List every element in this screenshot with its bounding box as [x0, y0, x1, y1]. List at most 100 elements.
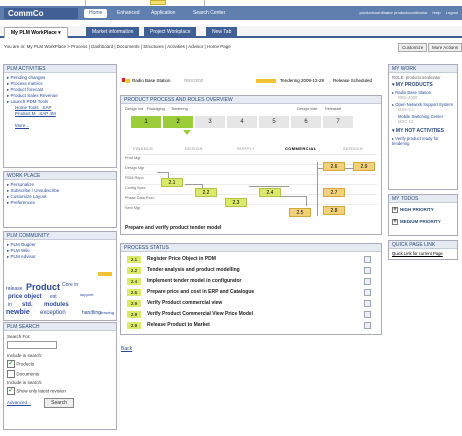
phase-chevron-2[interactable]: 2 [163, 116, 193, 128]
step-text: Tender analysis and product modelling [147, 267, 240, 273]
tag[interactable]: newbie [6, 309, 30, 316]
step-number: 2.9 [127, 322, 141, 329]
step-2-3[interactable]: 2.3 [225, 198, 247, 207]
lane-label: Serv Mgr [125, 206, 141, 210]
tendering-label: Tendering [280, 78, 300, 83]
company-logo[interactable]: CommCo [4, 8, 78, 19]
step-action-icon[interactable] [364, 289, 371, 296]
quick-page-link-panel: QUICK PAGE LINK Quick Link for current P… [388, 240, 458, 260]
latest-revision-checkbox[interactable]: ✓ [7, 387, 15, 395]
tag[interactable]: Product [26, 282, 60, 292]
step-2-8[interactable]: 2.8 [323, 206, 345, 215]
nav-enhanced[interactable]: Enhanced [112, 9, 145, 18]
search-input[interactable] [7, 341, 57, 349]
lane-label: Config Spec [125, 186, 146, 190]
tag[interactable]: exception [40, 310, 66, 316]
table-row[interactable]: 2.2 Tender analysis and product modellin… [127, 266, 377, 275]
step-text: Verify Product Commercial View Price Mod… [147, 311, 254, 317]
tag[interactable]: Core in [62, 282, 78, 288]
breadcrumb[interactable]: You are in: My PLM WorkPlace > Process |… [4, 44, 231, 49]
step-2-7[interactable]: 2.7 [323, 188, 345, 197]
step-action-icon[interactable] [364, 256, 371, 263]
tab-market-information[interactable]: Market information [86, 27, 140, 38]
tag[interactable]: est [50, 294, 57, 300]
product-code: MSC-12 [398, 119, 414, 124]
more-actions-button[interactable]: More Actions [428, 43, 462, 52]
panel-title: PRODUCT PROCESS AND ROLES OVERVIEW [121, 96, 381, 104]
tab-project-workplace[interactable]: Project Workplace [144, 27, 197, 38]
radio-label[interactable]: Radio Base Station [132, 78, 171, 83]
table-row[interactable]: 2.9 Verify Product Commercial View Price… [127, 310, 377, 319]
tab-new-tab[interactable]: New Tab [206, 27, 238, 38]
step-action-icon[interactable] [364, 267, 371, 274]
design-label: Design Vote [297, 107, 318, 111]
nav-application[interactable]: Application [146, 9, 180, 18]
high-priority-toggle[interactable]: + HIGH PRIORITY [392, 207, 454, 213]
table-row[interactable]: 2.4 Implement tender model in configurat… [127, 277, 377, 286]
step-2-4[interactable]: 2.4 [259, 188, 281, 197]
medium-priority-toggle[interactable]: + MEDIUM PRIORITY [392, 219, 454, 225]
my-work-panel: MY WORK ROLE: productcoordinator ▾ MY PR… [388, 64, 458, 190]
step-2-6[interactable]: 2.6 [323, 162, 345, 171]
top-strip-button[interactable] [150, 0, 166, 5]
step-text: Release Product to Market [147, 322, 210, 328]
step-action-icon[interactable] [364, 322, 371, 329]
table-row[interactable]: 2.9 Release Product to Market [127, 321, 377, 330]
list-item[interactable]: ▸ Preferences [7, 200, 113, 206]
phase-label: SUPPLY [237, 146, 255, 151]
logout-link[interactable]: Logout [446, 10, 458, 15]
flow-connector [317, 162, 318, 216]
table-row[interactable]: 2.6 Prepare price and cost in ERP and Ca… [127, 288, 377, 297]
list-item[interactable]: ▸ PLM Advisor [7, 254, 113, 260]
table-row[interactable]: 2.9 Verify Product commercial view [127, 299, 377, 308]
products-checkbox[interactable]: ✓ [7, 360, 15, 368]
search-button[interactable]: Search [44, 398, 74, 408]
workplace-tabs: My PLM WorkPlace ▾ Market information Pr… [0, 26, 462, 38]
tag[interactable]: release [6, 286, 22, 292]
flow-connector [281, 196, 307, 206]
nav-home[interactable]: Home [84, 9, 108, 18]
phase-label: SERVICE [343, 146, 364, 151]
sub-link[interactable]: Product M SAP 4M [7, 111, 113, 117]
phase-chevron-5[interactable]: 5 [259, 116, 289, 128]
documents-checkbox[interactable] [7, 370, 15, 378]
customize-button[interactable]: Customize [398, 43, 428, 52]
tag[interactable]: modules [44, 302, 69, 308]
user-name-link[interactable]: productcoordinator productcoordinator [359, 10, 427, 15]
tag[interactable]: drawing [100, 310, 114, 315]
nav-search-center[interactable]: Search Center [188, 9, 230, 18]
my-todos-panel: MY TODOS + HIGH PRIORITY + MEDIUM PRIORITY [388, 194, 458, 236]
list-item[interactable]: ▸ Verify product ready for tendering [392, 136, 454, 146]
advanced-search-link[interactable]: Advanced... [7, 400, 31, 405]
panel-title: PROCESS STATUS [121, 244, 381, 252]
step-action-icon[interactable] [364, 311, 371, 318]
tag[interactable]: std. [22, 302, 33, 308]
phase-chevron-4[interactable]: 4 [227, 116, 257, 128]
tab-my-plm-workplace[interactable]: My PLM WorkPlace ▾ [4, 27, 68, 38]
step-2-2[interactable]: 2.2 [195, 188, 217, 197]
phase-chevron-3[interactable]: 3 [195, 116, 225, 128]
tag[interactable]: price object [8, 294, 42, 300]
more-link[interactable]: More... [7, 123, 113, 129]
yellow-flag-icon [126, 79, 130, 83]
include-label-2: Include in search: [7, 380, 43, 385]
help-link[interactable]: Help [432, 10, 440, 15]
tag[interactable]: handling [82, 310, 101, 316]
lane-label: Design Mgr [125, 166, 145, 170]
step-action-icon[interactable] [364, 300, 371, 307]
step-number: 2.1 [127, 256, 141, 263]
step-action-icon[interactable] [364, 278, 371, 285]
step-text: Verify Product commercial view [147, 300, 223, 306]
quick-link[interactable]: Quick Link for current Page [389, 249, 457, 258]
step-2-9[interactable]: 2.9 [353, 162, 375, 171]
process-overview-panel: PRODUCT PROCESS AND ROLES OVERVIEW Desig… [120, 95, 382, 235]
phase-chevron-7[interactable]: 7 [323, 116, 353, 128]
tag[interactable]: support [80, 292, 93, 297]
phase-chevron-1[interactable]: 1 [131, 116, 161, 128]
back-link[interactable]: Back [121, 346, 132, 352]
table-row[interactable]: 2.1 Register Price Object in PDM [127, 255, 377, 264]
tag[interactable]: in [8, 302, 12, 308]
step-2-1[interactable]: 2.1 [161, 178, 183, 187]
phase-chevron-6[interactable]: 6 [291, 116, 321, 128]
step-2-5[interactable]: 2.5 [289, 208, 311, 217]
